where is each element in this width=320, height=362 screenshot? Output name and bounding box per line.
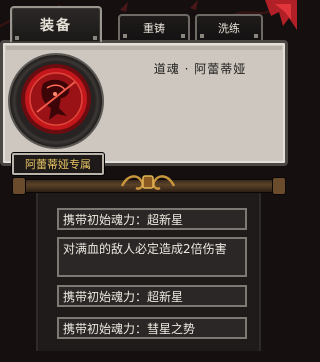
corner-thorn-icon (265, 0, 297, 30)
tab-refine[interactable]: 洗练 (195, 14, 263, 40)
tab-equip[interactable]: 装备 (10, 6, 102, 42)
red-soul-emblem-icon[interactable] (19, 62, 93, 136)
tab-equip-label: 装备 (40, 18, 72, 34)
tab-refine-label: 洗练 (218, 22, 240, 35)
tab-reforge[interactable]: 重铸 (118, 14, 190, 40)
soul-name: 道魂 · 阿蕾蒂娅 (153, 62, 247, 76)
effect-item: 携带初始魂力：彗星之势 (57, 317, 247, 339)
scroll-ornament-icon (120, 175, 176, 190)
effect-item: 携带初始魂力：超新星 (57, 285, 247, 307)
effect-item: 对满血的敌人必定造成2倍伤害 (57, 237, 247, 277)
exclusive-owner-badge: 阿蕾蒂娅专属 (12, 153, 104, 175)
effect-item: 携带初始魂力：超新星 (57, 208, 247, 230)
tab-reforge-label: 重铸 (143, 22, 165, 35)
